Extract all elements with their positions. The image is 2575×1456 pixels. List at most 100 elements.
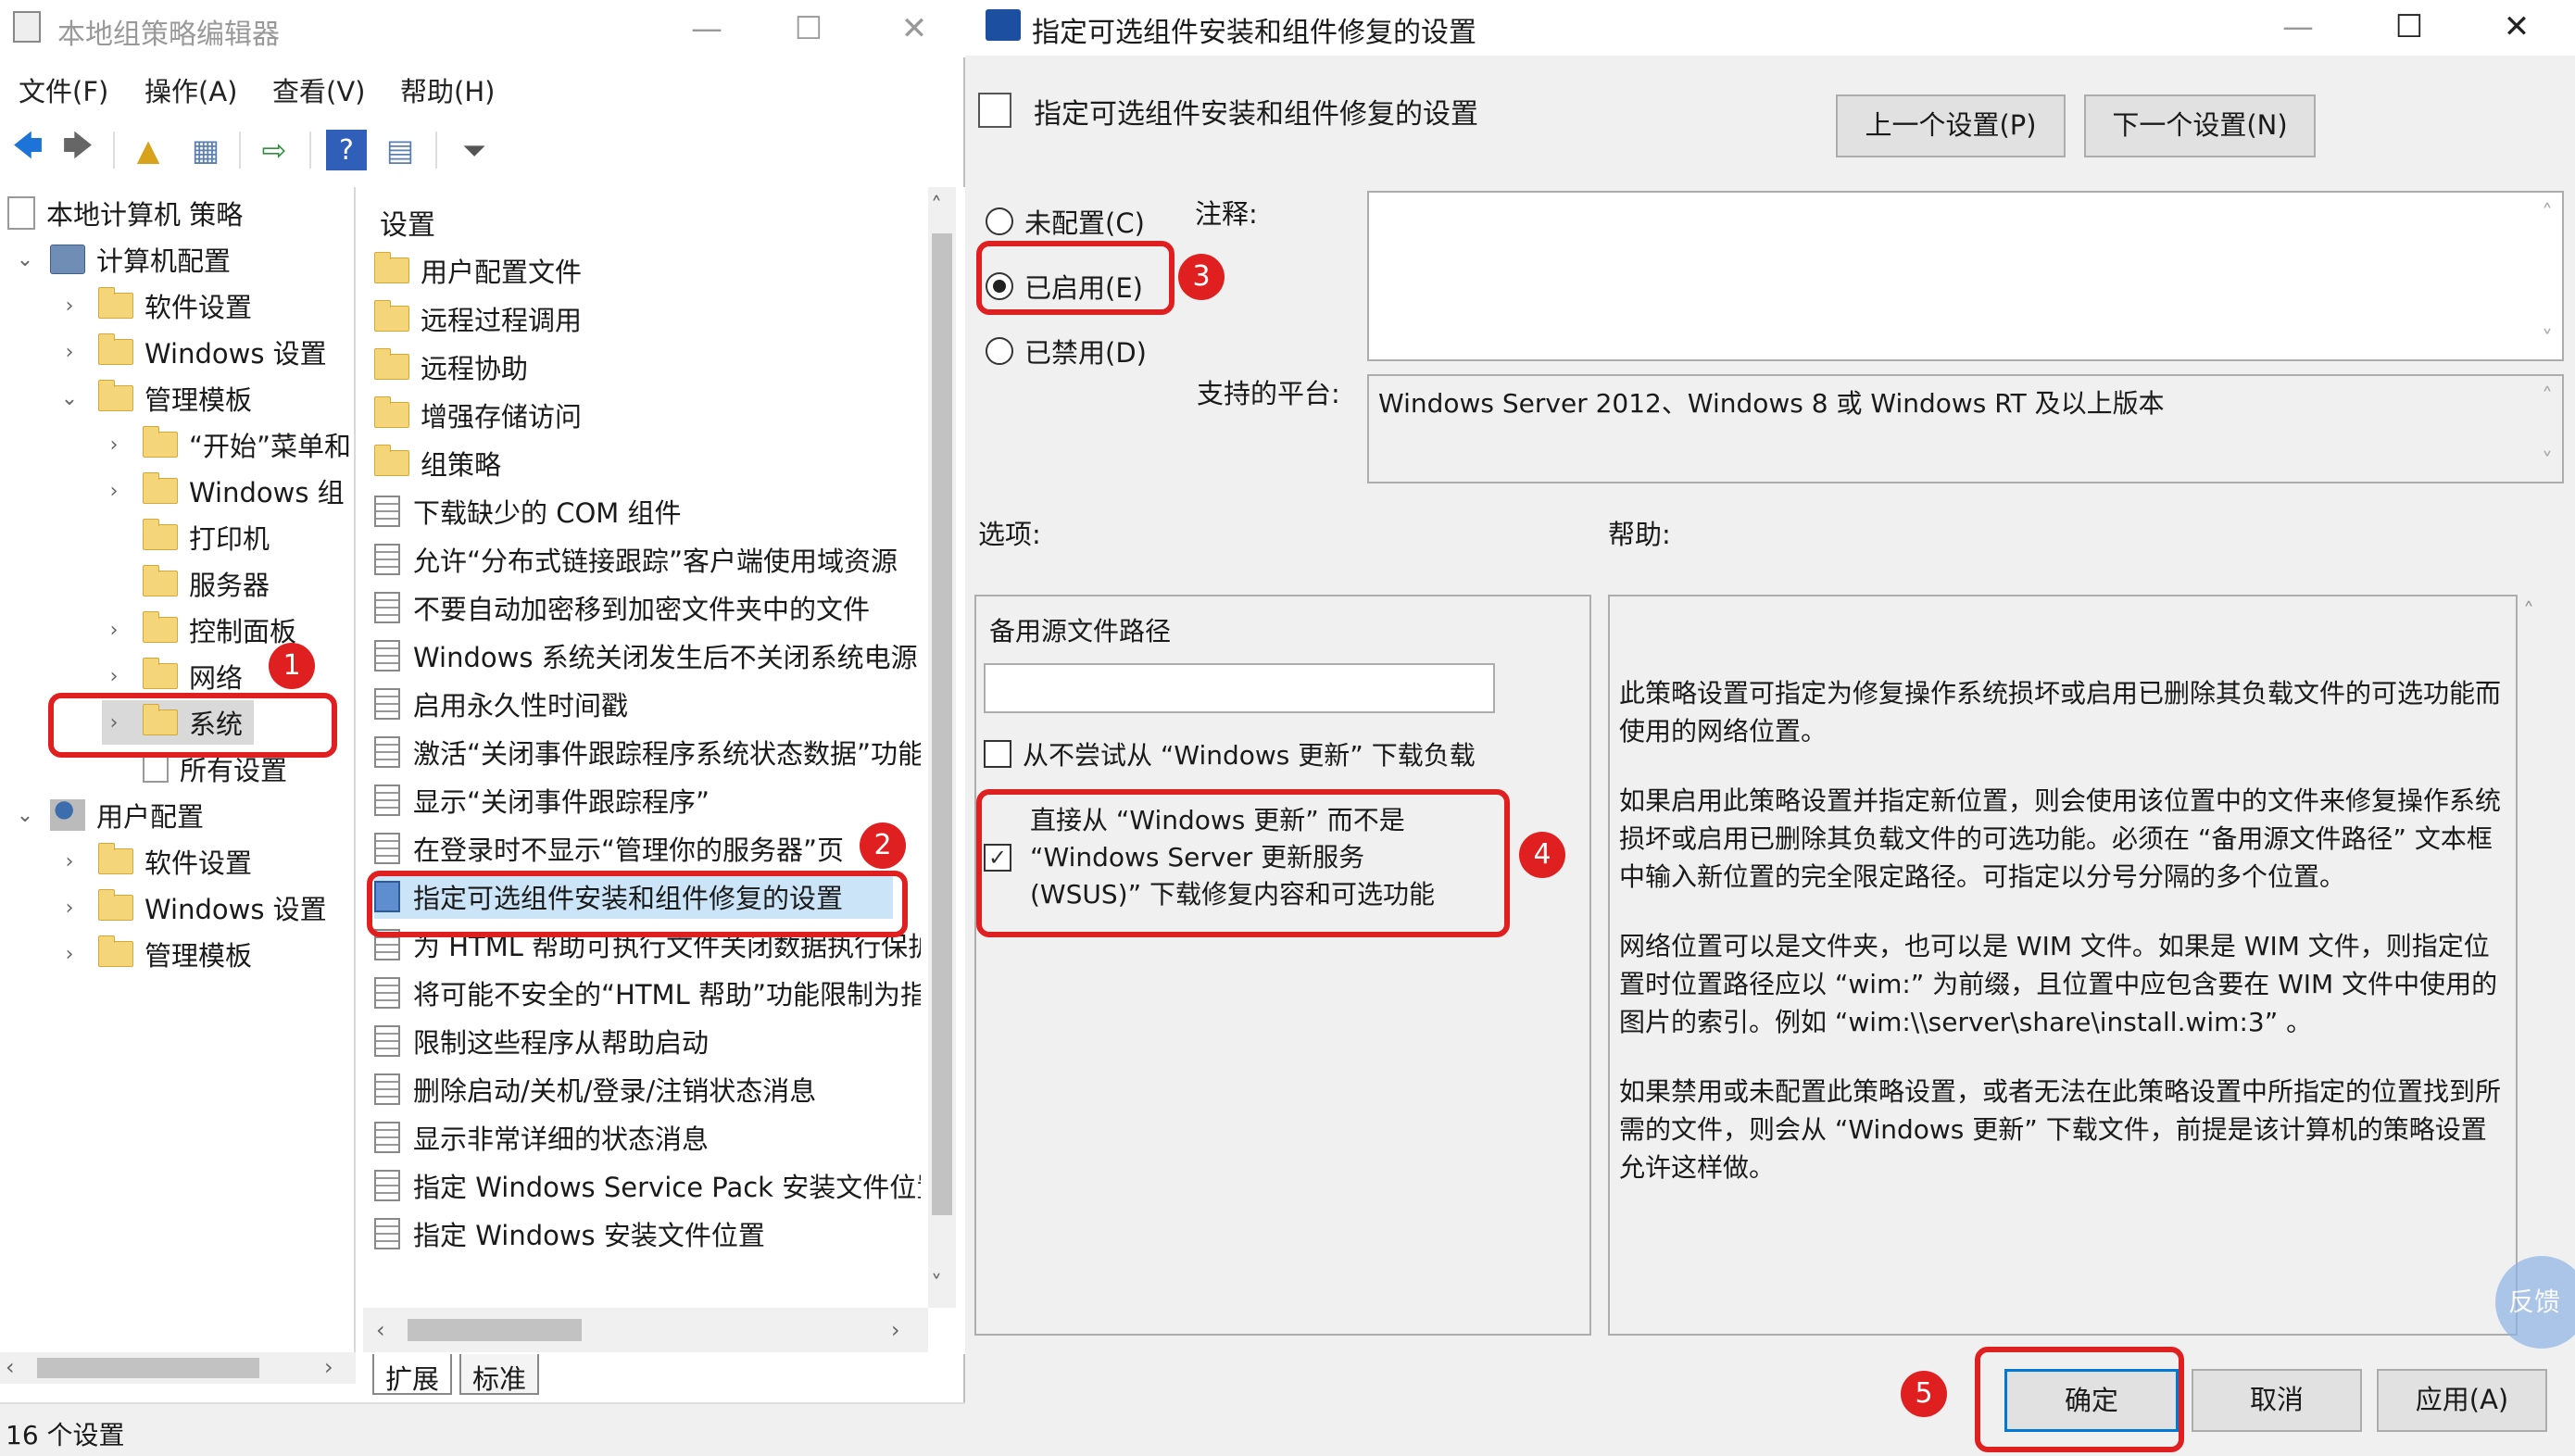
- scroll-left-icon[interactable]: ‹: [376, 1317, 385, 1343]
- menu-view[interactable]: 查看(V): [272, 70, 365, 109]
- tree-item-server[interactable]: 服务器: [126, 561, 270, 606]
- list-hscroll-thumb[interactable]: [408, 1319, 582, 1341]
- list-item-folder[interactable]: 用户配置文件: [374, 248, 921, 293]
- scroll-right-icon[interactable]: ›: [891, 1317, 900, 1343]
- scroll-right-icon[interactable]: ›: [324, 1354, 333, 1380]
- list-item-setting[interactable]: 激活“关闭事件跟踪程序系统状态数据”功能: [374, 730, 921, 774]
- maximize-icon[interactable]: ☐: [2377, 4, 2442, 50]
- list-item-folder[interactable]: 远程过程调用: [374, 296, 921, 341]
- tree-item-software-settings[interactable]: › 软件设置: [57, 283, 252, 328]
- maximize-icon[interactable]: ☐: [776, 6, 841, 52]
- tree-item-network[interactable]: › 网络: [102, 654, 243, 698]
- never-download-option[interactable]: 从不尝试从 “Windows 更新” 下载负载: [984, 735, 1476, 772]
- radio-dot[interactable]: [986, 337, 1013, 365]
- never-download-checkbox[interactable]: [984, 740, 1011, 768]
- policy-setting-icon: [374, 688, 400, 720]
- scroll-up-icon[interactable]: ˄: [2542, 200, 2553, 226]
- comment-textarea[interactable]: ˄ ˅: [1367, 191, 2564, 361]
- tree-item-user-config[interactable]: ⌄ 用户配置: [13, 793, 204, 837]
- list-item-setting[interactable]: Windows 系统关闭发生后不关闭系统电源: [374, 634, 921, 678]
- scroll-down-icon[interactable]: ˅: [2542, 326, 2553, 352]
- tree-hscroll-thumb[interactable]: [37, 1358, 259, 1378]
- chevron-right-icon[interactable]: ›: [57, 897, 82, 920]
- tree-item-user-windows-settings[interactable]: › Windows 设置: [57, 885, 327, 930]
- back-arrow-icon[interactable]: 🡄: [7, 128, 48, 170]
- list-item-setting[interactable]: 显示“关闭事件跟踪程序”: [374, 778, 921, 822]
- radio-disabled[interactable]: 已禁用(D): [986, 332, 1147, 370]
- list-item-setting[interactable]: 将可能不安全的“HTML 帮助”功能限制为指定: [374, 971, 921, 1015]
- menu-file[interactable]: 文件(F): [19, 70, 108, 109]
- prev-setting-button[interactable]: 上一个设置(P): [1836, 94, 2066, 157]
- scroll-up-icon[interactable]: ˄: [931, 193, 942, 219]
- menu-help[interactable]: 帮助(H): [400, 70, 495, 109]
- chevron-down-icon[interactable]: ⌄: [13, 248, 37, 271]
- scroll-down-icon[interactable]: ˅: [2542, 448, 2553, 474]
- chevron-down-icon[interactable]: ⌄: [13, 804, 37, 827]
- list-item-setting[interactable]: 允许“分布式链接跟踪”客户端使用域资源: [374, 537, 921, 582]
- up-folder-icon[interactable]: ▲: [128, 130, 169, 170]
- settings-list-pane: 设置 用户配置文件 远程过程调用 远程协助 增强存储访问 组策略 下载缺少的 C…: [363, 187, 965, 1354]
- tree-item-computer-config[interactable]: ⌄ 计算机配置: [13, 237, 231, 282]
- apply-button[interactable]: 应用(A): [2377, 1369, 2547, 1432]
- next-setting-button[interactable]: 下一个设置(N): [2084, 94, 2316, 157]
- list-item-setting[interactable]: 不要自动加密移到加密文件夹中的文件: [374, 585, 921, 630]
- list-item-setting[interactable]: 删除启动/关机/登录/注销状态消息: [374, 1067, 921, 1111]
- list-header-settings[interactable]: 设置: [380, 202, 435, 243]
- filter-icon[interactable]: ⏷: [454, 130, 495, 170]
- close-icon[interactable]: ✕: [882, 6, 947, 52]
- chevron-right-icon[interactable]: ›: [102, 665, 126, 688]
- help-scroll-up-icon[interactable]: ˄: [2523, 598, 2534, 624]
- radio-not-configured[interactable]: 未配置(C): [986, 202, 1145, 241]
- list-item-folder[interactable]: 远程协助: [374, 345, 921, 389]
- chevron-right-icon[interactable]: ›: [102, 619, 126, 642]
- scroll-up-icon[interactable]: ˄: [2542, 383, 2553, 409]
- tree-item-user-software-settings[interactable]: › 软件设置: [57, 839, 252, 884]
- chevron-down-icon[interactable]: ⌄: [57, 387, 82, 410]
- tree-item-start-menu[interactable]: › “开始”菜单和: [102, 422, 351, 467]
- tab-standard[interactable]: 标准: [459, 1354, 540, 1395]
- tree-label: 打印机: [189, 523, 270, 555]
- tree-item-windows-settings[interactable]: › Windows 设置: [57, 330, 327, 374]
- chevron-right-icon[interactable]: ›: [102, 480, 126, 503]
- tree-item-windows-components[interactable]: › Windows 组: [102, 469, 345, 513]
- list-item-setting[interactable]: 指定 Windows 安装文件位置: [374, 1211, 921, 1256]
- list-item-folder[interactable]: 增强存储访问: [374, 393, 921, 437]
- list-item-setting[interactable]: 限制这些程序从帮助启动: [374, 1019, 921, 1063]
- chevron-right-icon[interactable]: ›: [57, 850, 82, 873]
- list-item-folder[interactable]: 组策略: [374, 441, 921, 485]
- list-item-setting[interactable]: 显示非常详细的状态消息: [374, 1115, 921, 1160]
- scroll-down-icon[interactable]: ˅: [931, 1271, 942, 1297]
- export-list-icon[interactable]: ⇨: [254, 130, 295, 170]
- minimize-icon[interactable]: —: [674, 6, 739, 52]
- list-item-setting[interactable]: 启用永久性时间戳: [374, 682, 921, 726]
- tab-extended[interactable]: 扩展: [372, 1354, 453, 1395]
- show-hide-tree-icon[interactable]: ▦: [185, 130, 226, 170]
- help-icon[interactable]: ?: [326, 130, 367, 170]
- list-hscrollbar[interactable]: ‹ ›: [363, 1308, 928, 1352]
- minimize-icon[interactable]: —: [2266, 4, 2330, 50]
- list-item-setting[interactable]: 下载缺少的 COM 组件: [374, 489, 921, 533]
- close-icon[interactable]: ✕: [2484, 4, 2549, 50]
- forward-arrow-icon[interactable]: 🡆: [57, 128, 98, 170]
- chevron-right-icon[interactable]: ›: [57, 295, 82, 318]
- tree-item-admin-templates[interactable]: ⌄ 管理模板: [57, 376, 252, 420]
- tree-item-local-computer-policy[interactable]: 本地计算机 策略: [7, 191, 243, 235]
- properties-icon[interactable]: ▤: [380, 130, 421, 170]
- list-item-setting[interactable]: 在登录时不显示“管理你的服务器”页: [374, 826, 893, 871]
- menu-action[interactable]: 操作(A): [144, 70, 237, 109]
- radio-dot[interactable]: [986, 207, 1013, 235]
- alt-source-input[interactable]: [984, 663, 1495, 713]
- list-vscrollbar[interactable]: ˄ ˅: [928, 187, 956, 1308]
- list-item-setting[interactable]: 指定 Windows Service Pack 安装文件位置: [374, 1163, 921, 1208]
- tree-hscrollbar[interactable]: ‹ ›: [0, 1352, 356, 1384]
- scroll-left-icon[interactable]: ‹: [6, 1354, 15, 1380]
- tree-item-user-admin-templates[interactable]: › 管理模板: [57, 932, 252, 976]
- list-vscroll-thumb[interactable]: [932, 233, 952, 1215]
- chevron-right-icon[interactable]: ›: [57, 943, 82, 966]
- chevron-right-icon[interactable]: ›: [102, 433, 126, 457]
- chevron-right-icon[interactable]: ›: [57, 341, 82, 364]
- cancel-button[interactable]: 取消: [2192, 1369, 2362, 1432]
- tree-item-printers[interactable]: 打印机: [126, 515, 270, 559]
- tree-item-control-panel[interactable]: › 控制面板: [102, 608, 296, 652]
- gpedit-menubar: 文件(F) 操作(A) 查看(V) 帮助(H): [0, 63, 965, 117]
